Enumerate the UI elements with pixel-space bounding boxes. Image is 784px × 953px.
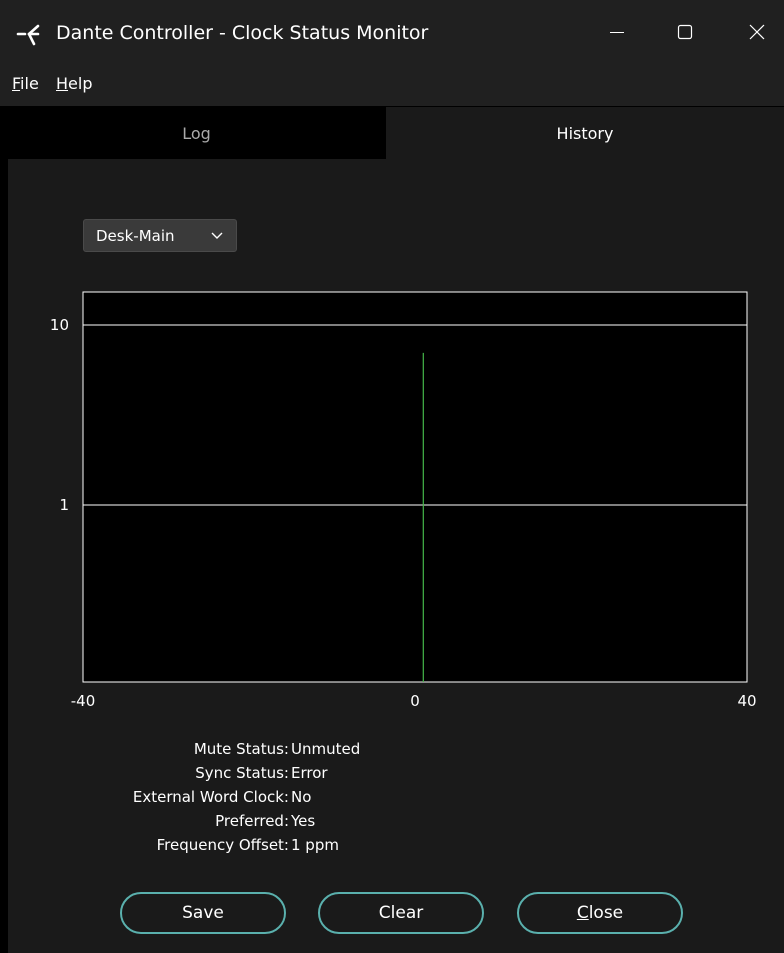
- x-tick-label: 0: [410, 692, 420, 710]
- status-row-frequency-offset: Frequency Offset: 1 ppm: [68, 833, 488, 857]
- external-word-clock-label: External Word Clock:: [132, 788, 289, 806]
- history-panel: Desk-Main 10 1 -40 0 40 Mute Status: Unmute…: [8, 159, 784, 953]
- y-tick-labels: 10 1: [50, 316, 69, 514]
- mute-status-value: Unmuted: [291, 740, 361, 758]
- close-button[interactable]: Close: [517, 892, 683, 934]
- preferred-value: Yes: [291, 812, 316, 830]
- status-row-sync: Sync Status: Error: [68, 761, 488, 785]
- frequency-offset-label: Frequency Offset:: [156, 836, 289, 854]
- close-icon: [749, 24, 765, 40]
- plot-area: [82, 291, 748, 683]
- sync-status-value: Error: [291, 764, 328, 782]
- dante-icon: [16, 24, 40, 46]
- x-tick-label: -40: [71, 692, 96, 710]
- status-row-preferred: Preferred: Yes: [68, 809, 488, 833]
- tab-history[interactable]: History: [386, 107, 784, 159]
- y-tick-label: 1: [59, 496, 69, 514]
- maximize-icon: [677, 24, 693, 40]
- x-tick-label: 40: [737, 692, 756, 710]
- menu-file[interactable]: File: [12, 73, 39, 95]
- clock-offset-chart: 10 1 -40 0 40: [50, 291, 757, 710]
- external-word-clock-value: No: [291, 788, 312, 806]
- clock-status-info: Mute Status: Unmuted Sync Status: Error …: [68, 737, 488, 857]
- tab-bar: Log History: [8, 107, 784, 159]
- mute-status-label: Mute Status:: [193, 740, 289, 758]
- menu-bar: File Help: [0, 64, 784, 106]
- save-button[interactable]: Save: [120, 892, 286, 934]
- close-window-button[interactable]: [734, 14, 780, 50]
- x-tick-labels: -40 0 40: [71, 692, 757, 710]
- status-row-mute: Mute Status: Unmuted: [68, 737, 488, 761]
- clock-status-monitor-window: Dante Controller - Clock Status Monitor …: [0, 0, 784, 953]
- sync-status-label: Sync Status:: [195, 764, 289, 782]
- minimize-icon: [610, 32, 624, 33]
- clear-button[interactable]: Clear: [318, 892, 484, 934]
- title-bar[interactable]: Dante Controller - Clock Status Monitor: [0, 0, 784, 64]
- frequency-offset-value: 1 ppm: [291, 836, 339, 854]
- tab-log[interactable]: Log: [8, 107, 385, 159]
- maximize-button[interactable]: [662, 14, 708, 50]
- preferred-label: Preferred:: [215, 812, 289, 830]
- y-tick-label: 10: [50, 316, 69, 334]
- minimize-button[interactable]: [594, 14, 640, 50]
- window-title: Dante Controller - Clock Status Monitor: [56, 22, 429, 44]
- status-row-word-clock: External Word Clock: No: [68, 785, 488, 809]
- menu-help[interactable]: Help: [56, 73, 92, 95]
